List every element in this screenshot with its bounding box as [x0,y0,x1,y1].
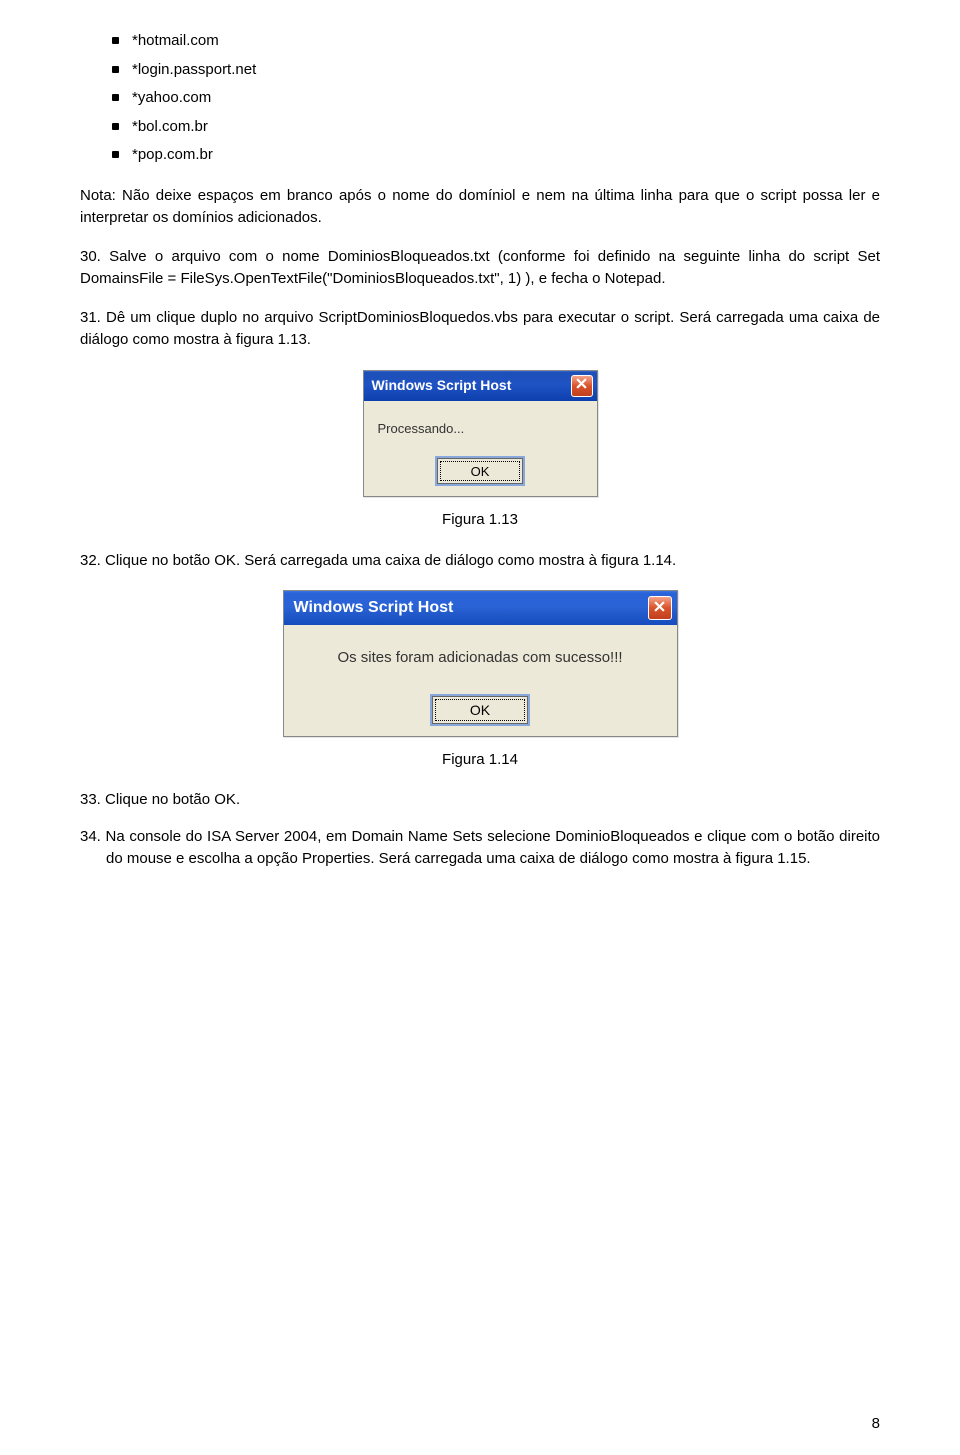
dialog-message: Os sites foram adicionadas com sucesso!!… [300,647,661,670]
steps-33-34: 33. Clique no botão OK. 34. Na console d… [80,789,880,871]
domain-text: *bol.com.br [132,118,208,135]
figure-caption-1-14: Figura 1.14 [80,749,880,772]
domain-text: *yahoo.com [132,89,211,106]
list-item: *pop.com.br [110,144,880,167]
dialog-body: Os sites foram adicionadas com sucesso!!… [284,625,677,736]
figure-1-13: Windows Script Host Processando... OK [80,370,880,498]
page-number: 8 [872,1413,880,1436]
dialog-titlebar: Windows Script Host [284,591,677,625]
dialog-titlebar: Windows Script Host [364,371,597,401]
list-item: *bol.com.br [110,116,880,139]
step-33: 33. Clique no botão OK. [80,789,880,812]
close-icon [654,597,665,620]
figure-1-14: Windows Script Host Os sites foram adici… [80,590,880,737]
dialog-processing: Windows Script Host Processando... OK [363,370,598,498]
step-31: 31. Dê um clique duplo no arquivo Script… [80,307,880,352]
domain-text: *hotmail.com [132,32,219,49]
dialog-body: Processando... OK [364,401,597,497]
dialog-success: Windows Script Host Os sites foram adici… [283,590,678,737]
dialog-title: Windows Script Host [294,596,454,620]
ok-button[interactable]: OK [432,696,528,724]
close-button[interactable] [571,375,593,397]
step-30: 30. Salve o arquivo com o nome DominiosB… [80,246,880,291]
domain-text: *login.passport.net [132,61,256,78]
step-34: 34. Na console do ISA Server 2004, em Do… [80,826,880,871]
domain-bullet-list: *hotmail.com *login.passport.net *yahoo.… [80,30,880,167]
close-button[interactable] [648,596,672,620]
list-item: *hotmail.com [110,30,880,53]
list-item: *login.passport.net [110,59,880,82]
dialog-title: Windows Script Host [372,375,512,396]
ok-button[interactable]: OK [437,458,523,484]
step-32: 32. Clique no botão OK. Será carregada u… [80,550,880,573]
list-item: *yahoo.com [110,87,880,110]
close-icon [576,374,587,397]
note-paragraph: Nota: Não deixe espaços em branco após o… [80,185,880,230]
dialog-message: Processando... [378,419,583,439]
figure-caption-1-13: Figura 1.13 [80,509,880,532]
domain-text: *pop.com.br [132,146,213,163]
